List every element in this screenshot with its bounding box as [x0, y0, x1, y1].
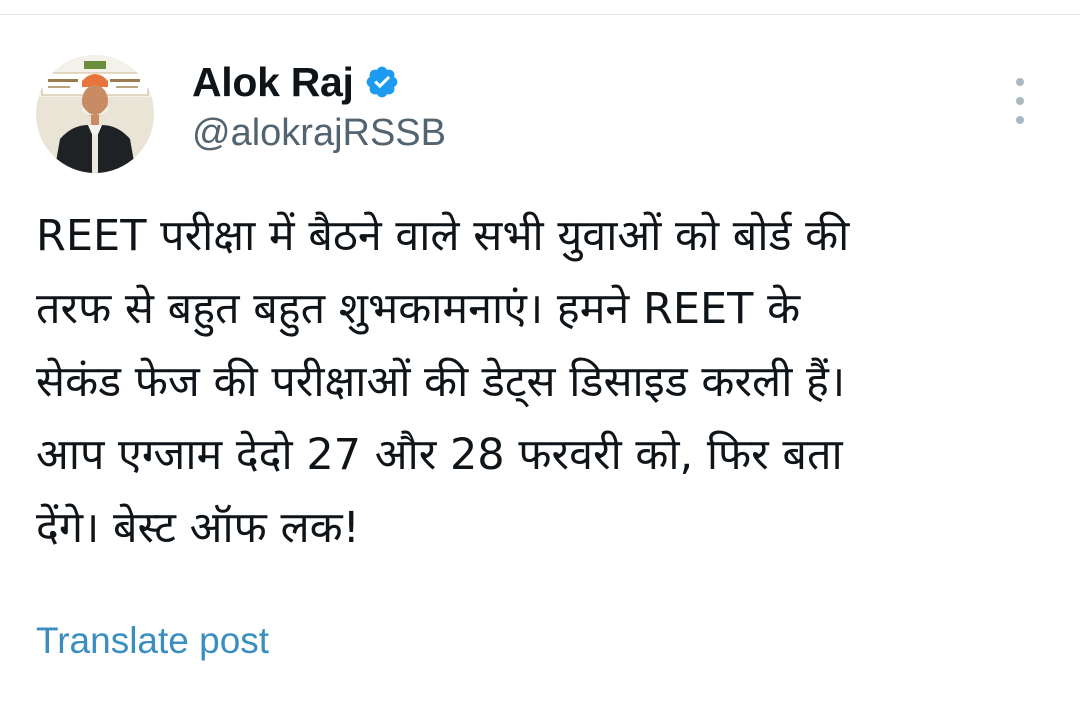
avatar-photo	[36, 55, 154, 173]
more-vertical-icon-dot	[1016, 97, 1024, 105]
tweet-text-line: आप एग्जाम देदो 27 और 28 फरवरी को, फिर बत…	[36, 430, 843, 480]
avatar[interactable]	[36, 55, 154, 173]
top-divider	[0, 14, 1080, 15]
tweet-text-line: REET परीक्षा में बैठने वाले सभी युवाओं क…	[36, 211, 850, 261]
more-vertical-icon-dot	[1016, 116, 1024, 124]
verified-badge-icon	[364, 64, 400, 100]
tweet-text-line: सेकंड फेज की परीक्षाओं की डेट्स डिसाइड क…	[36, 357, 846, 407]
translate-post-link[interactable]: Translate post	[36, 620, 269, 662]
tweet-text-line: देंगे। बेस्ट ऑफ लक!	[36, 503, 360, 553]
tweet-text-line: तरफ से बहुत बहुत शुभकामनाएं। हमने REET क…	[36, 284, 801, 334]
author-name-row: Alok Raj	[192, 56, 400, 108]
tweet-text: REET परीक्षा में बैठने वाले सभी युवाओं क…	[36, 200, 1046, 565]
more-vertical-icon	[1016, 78, 1024, 86]
author-display-name[interactable]: Alok Raj	[192, 59, 354, 106]
author-handle[interactable]: @alokrajRSSB	[192, 112, 446, 155]
more-options-button[interactable]	[1004, 78, 1036, 124]
